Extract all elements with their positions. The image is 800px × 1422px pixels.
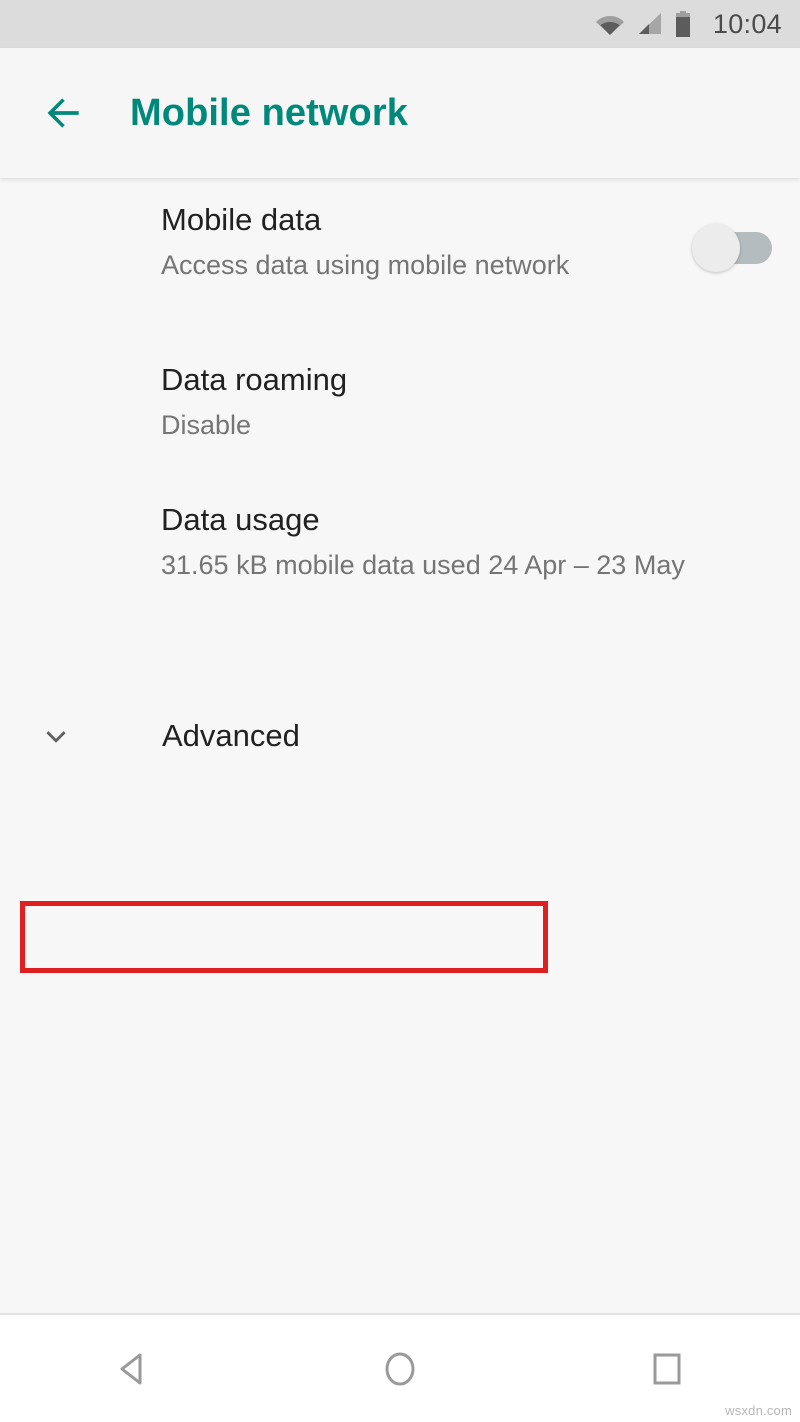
status-icons: 10:04 [595, 9, 782, 40]
setting-row-data-usage[interactable]: Data usage 31.65 kB mobile data used 24 … [0, 478, 800, 598]
setting-texts: Data roaming Disable [161, 360, 776, 444]
settings-list: Mobile data Access data using mobile net… [0, 178, 800, 1313]
advanced-label: Advanced [162, 718, 300, 753]
cellular-signal-icon [637, 12, 663, 36]
setting-title: Mobile data [161, 202, 322, 237]
wifi-icon [595, 12, 625, 36]
setting-texts: Mobile data Access data using mobile net… [161, 200, 666, 284]
setting-title: Data roaming [161, 362, 348, 397]
nav-back-button[interactable] [78, 1315, 188, 1422]
app-bar: Mobile network [0, 48, 800, 178]
battery-icon [675, 11, 691, 37]
mobile-data-toggle[interactable] [680, 222, 776, 272]
annotation-highlight-box [20, 901, 548, 973]
page-title: Mobile network [130, 91, 408, 134]
nav-recents-button[interactable] [612, 1315, 722, 1422]
nav-home-button[interactable] [345, 1315, 455, 1422]
phone-screen: 10:04 Mobile network Mobile data Access … [0, 0, 800, 1422]
arrow-left-icon [42, 91, 86, 135]
home-circle-icon [378, 1347, 422, 1391]
toggle-thumb [692, 224, 740, 272]
back-triangle-icon [111, 1347, 155, 1391]
status-time: 10:04 [712, 8, 782, 39]
setting-texts: Data usage 31.65 kB mobile data used 24 … [161, 500, 776, 584]
system-navigation-bar: wsxdn.com [0, 1315, 800, 1422]
advanced-expand-row[interactable]: Advanced [0, 692, 800, 780]
setting-title: Data usage [161, 502, 320, 537]
recents-square-icon [645, 1347, 689, 1391]
watermark: wsxdn.com [725, 1403, 792, 1418]
setting-row-data-roaming[interactable]: Data roaming Disable [0, 338, 800, 478]
setting-subtitle: 31.65 kB mobile data used 24 Apr – 23 Ma… [161, 550, 685, 580]
setting-subtitle: Access data using mobile network [161, 250, 570, 280]
setting-subtitle: Disable [161, 410, 252, 440]
setting-row-mobile-data[interactable]: Mobile data Access data using mobile net… [0, 178, 800, 338]
status-bar: 10:04 [0, 0, 800, 48]
chevron-down-icon [36, 716, 76, 756]
back-button[interactable] [32, 81, 96, 145]
